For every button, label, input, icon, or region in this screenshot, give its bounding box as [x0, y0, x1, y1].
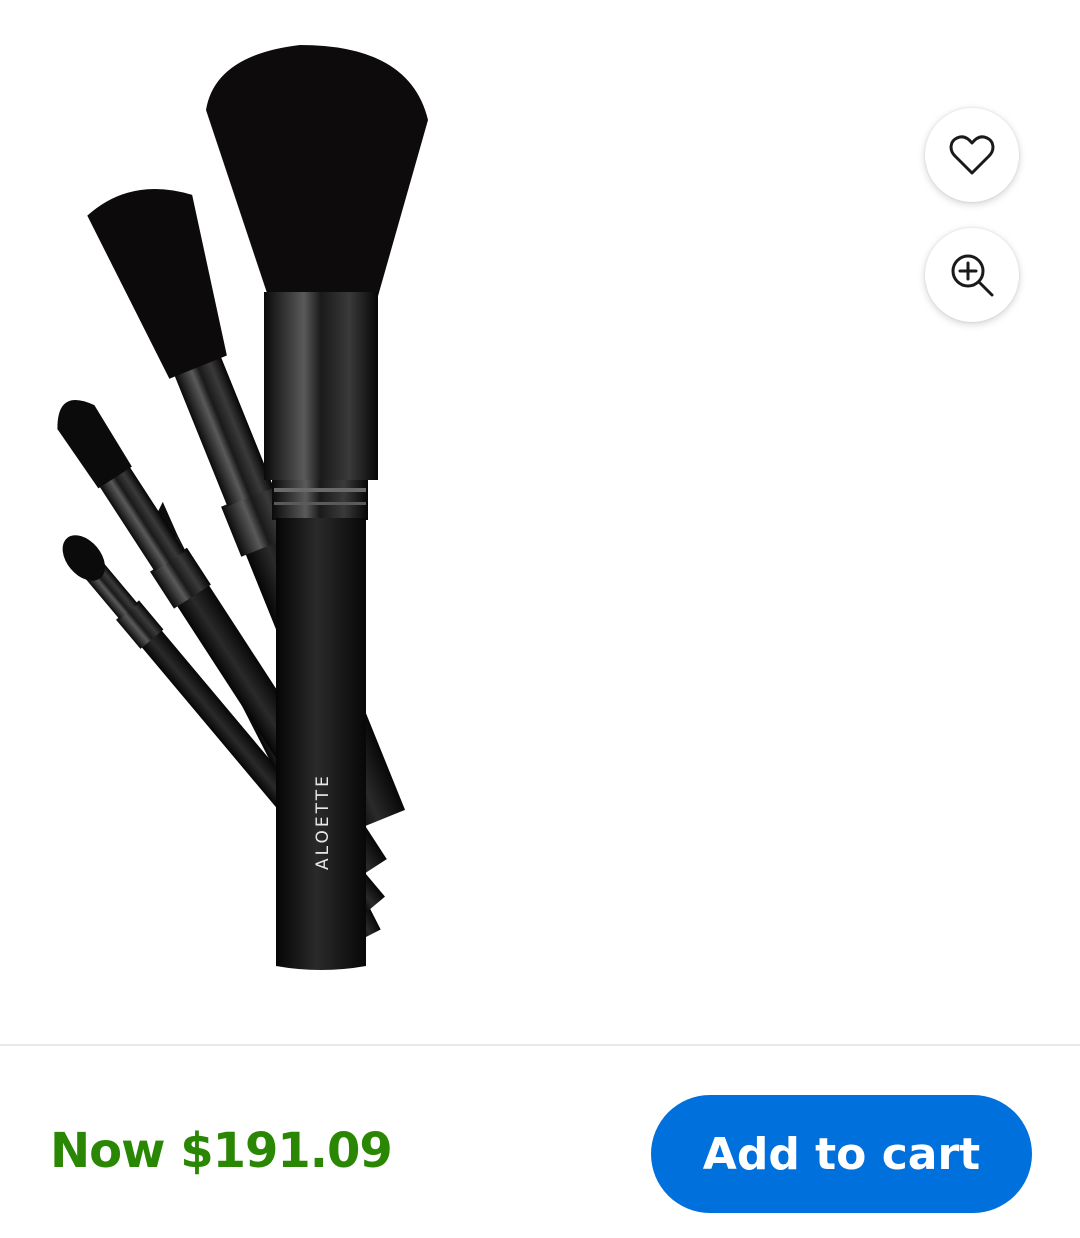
current-price: Now $191.09	[50, 1123, 393, 1179]
add-to-cart-button[interactable]: Add to cart	[651, 1095, 1032, 1213]
zoom-image-button[interactable]	[925, 228, 1019, 322]
zoom-in-icon	[951, 254, 994, 297]
heart-outline-icon	[949, 135, 995, 175]
product-image[interactable]: ALOETTE	[0, 0, 1080, 1044]
add-to-favorites-button[interactable]	[925, 108, 1019, 202]
brush-brand-mark: ALOETTE	[313, 773, 333, 870]
brush-set-illustration: ALOETTE	[57, 45, 428, 970]
product-page: ALOETTE Now $191.09 Add to cart	[0, 0, 1080, 1238]
